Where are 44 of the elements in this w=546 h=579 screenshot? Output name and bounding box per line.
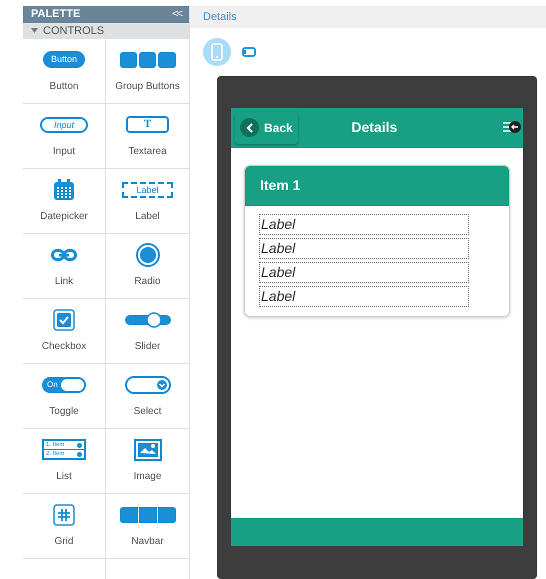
collapse-button[interactable]: << <box>172 6 181 22</box>
checkbox-icon <box>53 308 75 330</box>
caret-icon <box>31 28 38 34</box>
toggle-preview: On <box>42 376 86 392</box>
slider-icon <box>124 312 170 328</box>
palette-item[interactable]: On Toggle <box>23 364 106 429</box>
palette-item[interactable]: Button Button <box>23 39 106 104</box>
label-field: Label <box>259 262 469 283</box>
label-field: Label <box>259 214 469 235</box>
calendar-icon <box>53 178 75 200</box>
image-icon <box>134 438 162 460</box>
palette-item[interactable]: Navbar <box>106 494 189 559</box>
back-icon <box>240 118 259 138</box>
radio-icon <box>136 242 160 266</box>
tablet-icon <box>242 46 256 57</box>
palette-item[interactable]: Image <box>106 429 189 494</box>
textarea-preview: T <box>126 116 170 133</box>
navbar-icon <box>120 506 176 522</box>
palette-item[interactable]: Link <box>23 234 106 299</box>
palette-item[interactable]: Group Buttons <box>106 39 189 104</box>
select-icon <box>124 376 170 394</box>
palette-item[interactable]: Input Input <box>23 104 106 169</box>
card-title: Item 1 <box>260 176 300 196</box>
screen-title: Details <box>351 118 398 138</box>
button-preview: Button <box>42 50 86 68</box>
device-toggle[interactable] <box>203 38 231 66</box>
input-preview: Input <box>40 116 88 132</box>
palette-item[interactable]: Slider <box>106 299 189 364</box>
palette-item[interactable]: Select <box>106 364 189 429</box>
palette-item[interactable]: Label Label <box>106 169 189 234</box>
palette-item[interactable]: Grid <box>23 494 106 559</box>
palette-item[interactable]: Datepicker <box>23 169 106 234</box>
button-group-icon <box>120 52 176 68</box>
label-field: Label <box>259 238 469 259</box>
palette-item[interactable]: Radio <box>106 234 189 299</box>
label-field: Label <box>259 286 469 307</box>
link-icon <box>51 248 77 260</box>
palette-title: PALETTE <box>31 7 80 22</box>
palette-item[interactable]: Checkbox <box>23 299 106 364</box>
palette-item[interactable]: T Textarea <box>106 104 189 169</box>
section-header[interactable]: CONTROLS <box>23 22 189 39</box>
grid-icon <box>53 504 75 526</box>
phone-icon <box>211 42 223 61</box>
label-preview: Label <box>122 182 173 198</box>
